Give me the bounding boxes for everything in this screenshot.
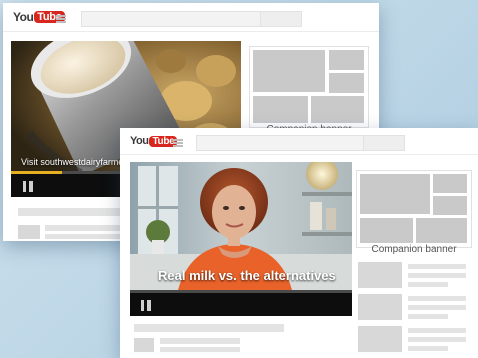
player-controls bbox=[130, 290, 352, 316]
companion-banner[interactable] bbox=[356, 170, 472, 248]
related-text bbox=[408, 273, 466, 278]
logo-you-text: You bbox=[130, 135, 149, 147]
related-text bbox=[408, 296, 466, 301]
text-placeholder bbox=[45, 225, 130, 231]
companion-banner-label: Companion banner bbox=[371, 244, 457, 255]
header-bar: You Tube bbox=[120, 128, 478, 155]
avatar bbox=[18, 225, 40, 239]
youtube-logo[interactable]: You Tube bbox=[130, 135, 178, 147]
related-thumbnail[interactable] bbox=[358, 294, 402, 320]
video-caption: Real milk vs. the alternatives bbox=[158, 268, 336, 283]
banner-placeholder-small bbox=[329, 50, 364, 70]
related-text bbox=[408, 337, 466, 342]
hamburger-menu-icon[interactable] bbox=[56, 15, 66, 23]
related-text bbox=[408, 305, 466, 310]
related-text bbox=[408, 328, 466, 333]
banner-placeholder-bottom bbox=[311, 96, 364, 123]
banner-placeholder-small bbox=[433, 196, 467, 215]
search-button[interactable] bbox=[363, 135, 405, 151]
banner-placeholder-large bbox=[253, 50, 325, 92]
logo-you-text: You bbox=[13, 10, 34, 24]
text-placeholder bbox=[160, 347, 240, 352]
related-thumbnail[interactable] bbox=[358, 326, 402, 352]
progress-fill bbox=[11, 171, 62, 174]
text-placeholder bbox=[45, 234, 130, 239]
banner-placeholder-bottom bbox=[360, 218, 413, 243]
search-input[interactable] bbox=[196, 135, 364, 151]
related-text bbox=[408, 282, 448, 287]
hamburger-menu-icon[interactable] bbox=[173, 139, 183, 147]
pause-icon[interactable] bbox=[141, 300, 151, 311]
title-placeholder bbox=[134, 324, 284, 332]
banner-placeholder-small bbox=[329, 73, 364, 93]
related-thumbnail[interactable] bbox=[358, 262, 402, 288]
banner-placeholder-small bbox=[433, 174, 467, 193]
search-input[interactable] bbox=[81, 11, 261, 27]
banner-placeholder-bottom bbox=[416, 218, 467, 243]
related-text bbox=[408, 264, 466, 269]
search-button[interactable] bbox=[260, 11, 302, 27]
banner-placeholder-large bbox=[360, 174, 430, 214]
video-caption: Visit southwestdairyfarmers bbox=[21, 157, 131, 167]
related-text bbox=[408, 314, 448, 319]
related-text bbox=[408, 346, 448, 351]
progress-bar[interactable] bbox=[130, 290, 352, 293]
text-placeholder bbox=[160, 338, 240, 344]
youtube-window-front: You Tube Real milk vs. the alternatives … bbox=[120, 128, 478, 358]
header-bar: You Tube bbox=[3, 3, 379, 32]
pause-icon[interactable] bbox=[23, 181, 33, 192]
avatar bbox=[134, 338, 154, 352]
companion-banner[interactable] bbox=[249, 46, 369, 128]
video-player[interactable]: Real milk vs. the alternatives bbox=[130, 162, 352, 316]
banner-placeholder-bottom bbox=[253, 96, 308, 123]
